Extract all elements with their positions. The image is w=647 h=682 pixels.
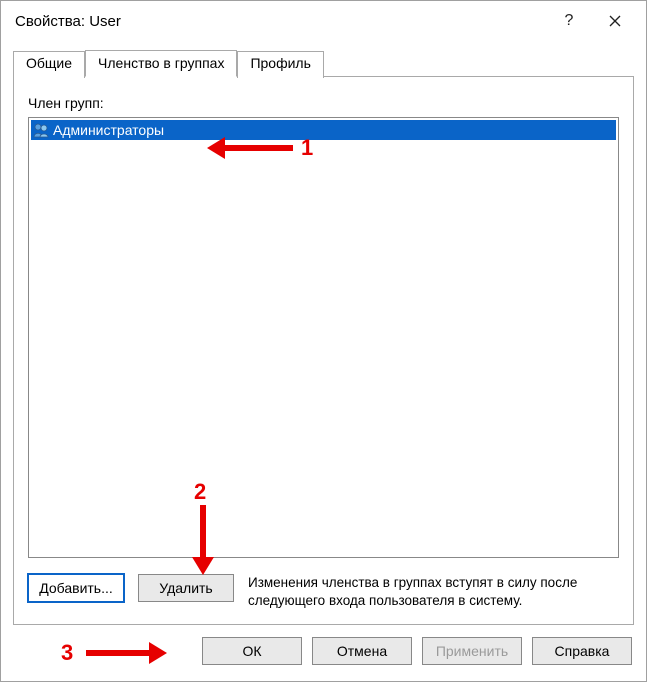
close-button[interactable] [592,1,638,41]
properties-dialog: Свойства: User ? Общие Членство в группа… [0,0,647,682]
group-icon [32,122,50,138]
tab-membership[interactable]: Членство в группах [85,50,237,77]
window-title: Свойства: User [15,13,546,30]
groups-listbox[interactable]: Администраторы [28,117,619,558]
help-button-footer[interactable]: Справка [532,637,632,665]
list-item-label: Администраторы [53,122,164,138]
titlebar: Свойства: User ? [1,1,646,41]
close-icon [609,15,621,27]
groups-label: Член групп: [28,95,619,111]
dialog-footer: ОК Отмена Применить Справка [1,625,646,681]
dialog-body: Общие Членство в группах Профиль Член гр… [1,41,646,625]
ok-button[interactable]: ОК [202,637,302,665]
list-item[interactable]: Администраторы [31,120,616,140]
help-button[interactable]: ? [546,1,592,41]
tab-general[interactable]: Общие [13,51,85,78]
tab-panel-membership: Член групп: Администраторы Добави [13,76,634,625]
tab-strip: Общие Членство в группах Профиль [13,49,634,76]
list-actions-row: Добавить... Удалить Изменения членства в… [28,574,619,610]
apply-button[interactable]: Применить [422,637,522,665]
remove-button[interactable]: Удалить [138,574,234,602]
tab-profile[interactable]: Профиль [237,51,323,78]
add-button[interactable]: Добавить... [28,574,124,602]
membership-note: Изменения членства в группах вступят в с… [248,574,619,610]
cancel-button[interactable]: Отмена [312,637,412,665]
